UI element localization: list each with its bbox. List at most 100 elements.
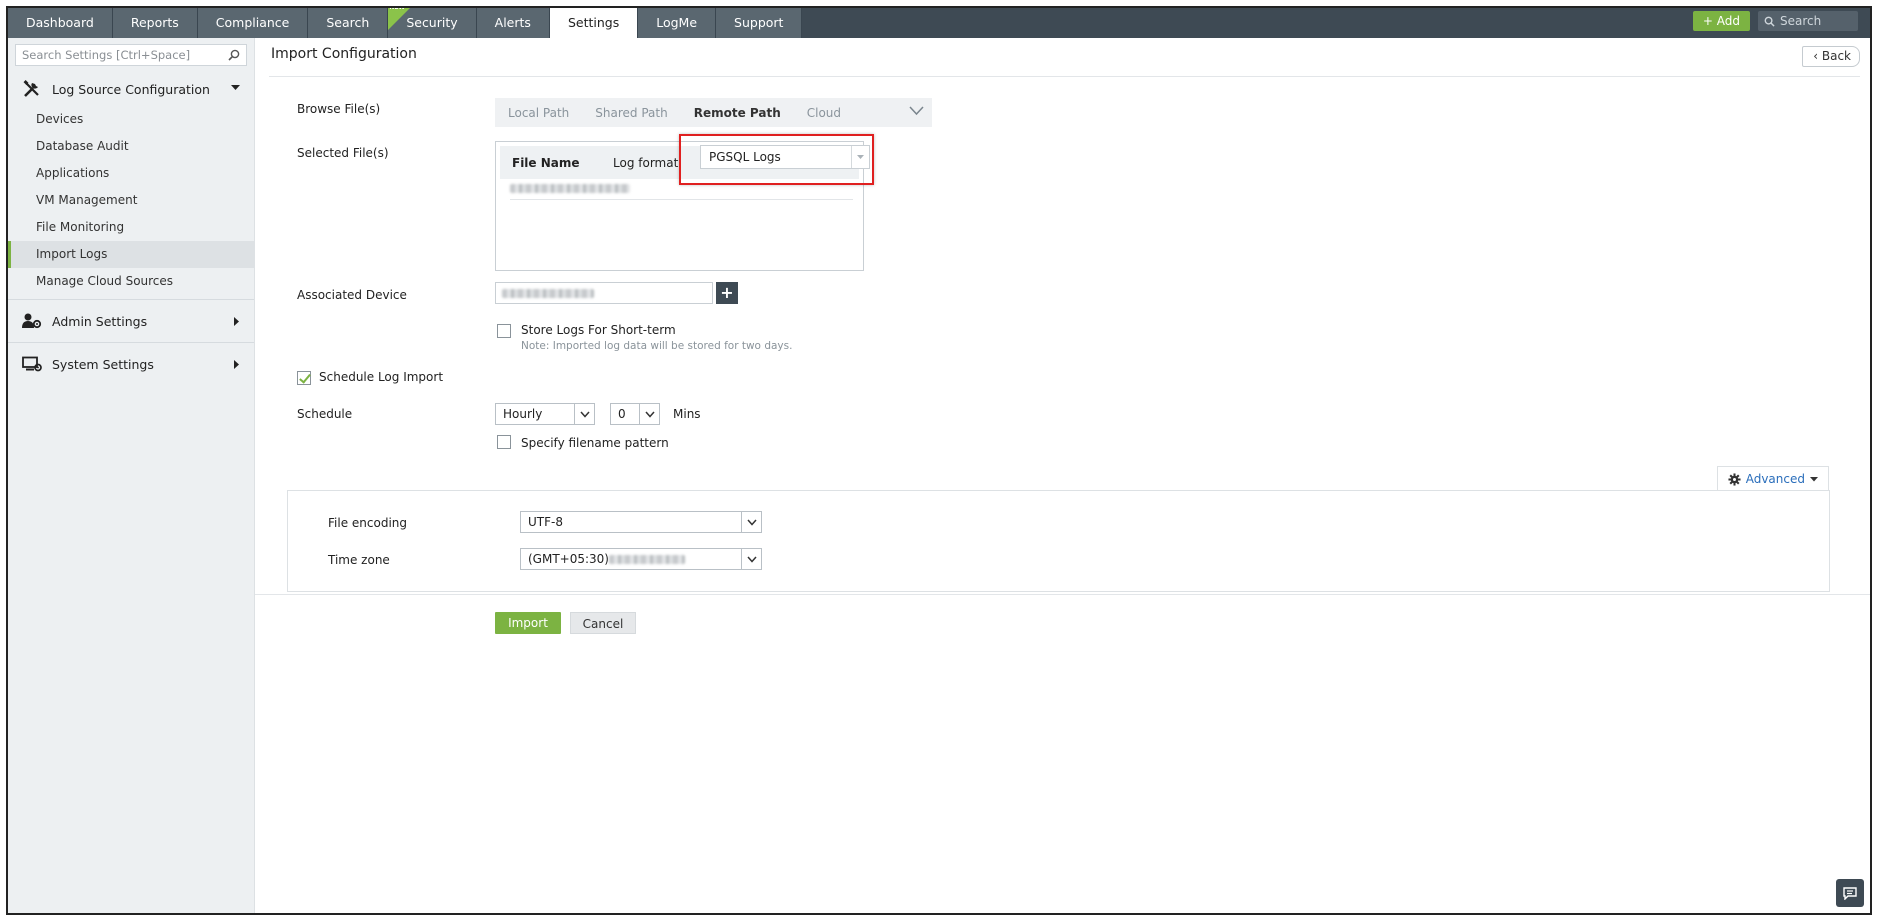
caret-right-icon: [234, 360, 239, 369]
tab-label: Dashboard: [26, 15, 94, 30]
short-term-label: Store Logs For Short-term: [521, 323, 676, 337]
cancel-button[interactable]: Cancel: [570, 612, 636, 634]
sidebar-item-manage-cloud-sources[interactable]: Manage Cloud Sources: [8, 268, 254, 295]
sidebar-item-devices[interactable]: Devices: [8, 106, 254, 133]
schedule-minutes-select[interactable]: 0: [610, 403, 660, 425]
file-encoding-select[interactable]: UTF-8: [520, 511, 762, 533]
schedule-minutes-value: 0: [618, 407, 626, 421]
browse-files-label: Browse File(s): [297, 102, 381, 116]
log-source-items: Devices Database Audit Applications VM Mana…: [8, 106, 254, 295]
back-button[interactable]: ‹ Back: [1802, 46, 1860, 67]
filename-pattern-checkbox[interactable]: [497, 435, 511, 449]
chat-button[interactable]: [1836, 879, 1864, 907]
associated-device-input[interactable]: [495, 282, 713, 304]
new-badge-label: NEW: [389, 6, 406, 11]
tab-reports[interactable]: Reports: [112, 8, 198, 38]
search-icon: [228, 49, 240, 61]
chevron-down-icon[interactable]: [909, 106, 924, 116]
sidebar-item-vm-management[interactable]: VM Management: [8, 187, 254, 214]
browse-tab-list: Local Path Shared Path Remote Path Cloud: [495, 106, 854, 120]
advanced-panel: File encoding UTF-8 Time zone (GMT+05:30…: [287, 490, 1830, 592]
tab-label: Compliance: [215, 15, 290, 30]
tab-label: LogMe: [656, 15, 698, 30]
sidebar-section-log-source[interactable]: Log Source Configuration: [8, 72, 254, 106]
sidebar-item-file-monitoring[interactable]: File Monitoring: [8, 214, 254, 241]
global-search-placeholder: Search: [1780, 14, 1822, 28]
tab-security[interactable]: NEW Security: [388, 6, 477, 38]
tab-label: Settings: [567, 15, 620, 30]
time-zone-select[interactable]: (GMT+05:30): [520, 548, 762, 570]
schedule-frequency-select[interactable]: Hourly: [495, 403, 595, 425]
tab-search[interactable]: Search: [308, 8, 389, 38]
browse-tab-cloud[interactable]: Cloud: [794, 106, 854, 120]
sidebar-section-admin-settings[interactable]: Admin Settings: [8, 304, 254, 338]
main-tabs: Dashboard Reports Compliance Search NEW Secur…: [8, 6, 803, 38]
tab-label: Alerts: [494, 15, 531, 30]
page-title: Import Configuration: [271, 46, 417, 62]
browse-source-tabs: Local Path Shared Path Remote Path Cloud: [495, 98, 932, 127]
chevron-down-icon: [741, 549, 761, 569]
schedule-frequency-value: Hourly: [503, 407, 543, 421]
settings-search-input[interactable]: Search Settings [Ctrl+Space]: [15, 44, 247, 66]
time-zone-label: Time zone: [328, 553, 390, 567]
sidebar-divider: [8, 299, 254, 300]
top-right-actions: + Add Search: [1692, 11, 1858, 31]
sidebar-section-system-settings[interactable]: System Settings: [8, 347, 254, 381]
tab-label: Reports: [130, 15, 179, 30]
settings-sidebar: Search Settings [Ctrl+Space] Log Source …: [8, 38, 255, 913]
associated-device-label: Associated Device: [297, 288, 407, 302]
caret-down-icon: [231, 85, 240, 90]
tab-label: Security: [406, 15, 458, 30]
search-icon: [1764, 16, 1775, 27]
admin-user-icon: [22, 312, 42, 330]
tab-label: Support: [734, 15, 784, 30]
browse-tab-local-path[interactable]: Local Path: [495, 106, 582, 120]
global-search-input[interactable]: Search: [1758, 11, 1858, 31]
tools-icon: [22, 80, 42, 98]
log-format-select[interactable]: PGSQL Logs: [700, 145, 870, 169]
settings-search-placeholder: Search Settings [Ctrl+Space]: [22, 48, 191, 62]
sidebar-item-applications[interactable]: Applications: [8, 160, 254, 187]
sidebar-divider: [8, 342, 254, 343]
tab-settings[interactable]: Settings: [549, 8, 639, 38]
back-button-label: Back: [1821, 49, 1851, 63]
sidebar-section-log-source-label: Log Source Configuration: [52, 81, 210, 97]
schedule-label: Schedule: [297, 407, 353, 421]
tab-alerts[interactable]: Alerts: [476, 8, 550, 38]
column-log-format: Log format: [613, 156, 679, 170]
file-name-redacted: [510, 184, 630, 193]
browse-tab-remote-path[interactable]: Remote Path: [681, 106, 794, 120]
selected-files-label: Selected File(s): [297, 146, 389, 160]
browse-tab-shared-path[interactable]: Shared Path: [582, 106, 680, 120]
add-device-button[interactable]: +: [716, 282, 738, 304]
tab-logme[interactable]: LogMe: [638, 8, 717, 38]
log-format-value: PGSQL Logs: [709, 150, 781, 164]
gear-icon: [1728, 472, 1741, 486]
caret-right-icon: [234, 317, 239, 326]
tab-compliance[interactable]: Compliance: [197, 8, 309, 38]
main-content: Import Configuration ‹ Back Browse File(…: [255, 38, 1870, 913]
tab-support[interactable]: Support: [716, 8, 803, 38]
column-file-name: File Name: [512, 156, 580, 170]
short-term-checkbox[interactable]: [497, 324, 511, 338]
chevron-down-icon: [741, 512, 761, 532]
sidebar-section-system-settings-label: System Settings: [52, 356, 154, 372]
file-encoding-value: UTF-8: [528, 515, 563, 529]
time-zone-value: (GMT+05:30): [528, 552, 609, 566]
time-zone-name-redacted: [609, 555, 685, 564]
sidebar-item-import-logs[interactable]: Import Logs: [8, 241, 254, 268]
tab-dashboard[interactable]: Dashboard: [8, 8, 113, 38]
chat-icon: [1843, 886, 1857, 900]
advanced-toggle[interactable]: Advanced: [1716, 466, 1829, 491]
import-button[interactable]: Import: [495, 612, 561, 634]
filename-pattern-label: Specify filename pattern: [521, 436, 669, 450]
sidebar-section-admin-settings-label: Admin Settings: [52, 313, 148, 329]
table-row-divider: [510, 199, 853, 200]
add-button[interactable]: + Add: [1692, 11, 1750, 31]
dropdown-arrow-icon: [851, 146, 869, 168]
sidebar-item-database-audit[interactable]: Database Audit: [8, 133, 254, 160]
system-monitor-icon: [22, 355, 42, 373]
chevron-down-icon: [639, 404, 659, 424]
schedule-log-import-checkbox[interactable]: [297, 371, 311, 385]
advanced-label: Advanced: [1745, 472, 1805, 486]
